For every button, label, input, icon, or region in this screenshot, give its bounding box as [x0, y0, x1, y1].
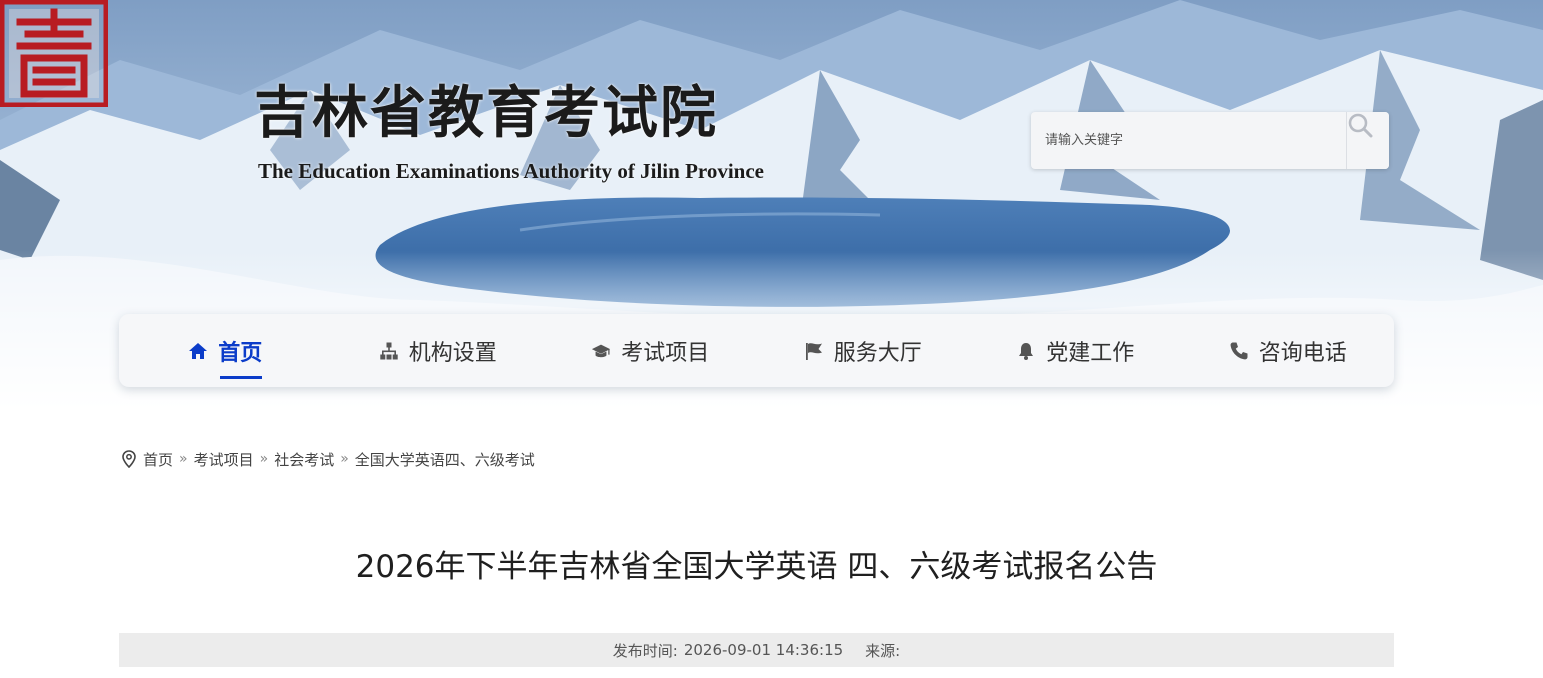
nav-label: 党建工作 [1046, 340, 1135, 366]
nav-label: 考试项目 [621, 340, 710, 366]
breadcrumb-separator: » [259, 451, 269, 467]
article-meta-bar: 发布时间: 2026-09-01 14:36:15 来源: [119, 633, 1394, 667]
search-button[interactable] [1346, 112, 1389, 169]
site-subtitle: The Education Examinations Authority of … [258, 159, 764, 183]
source-label: 来源: [865, 641, 901, 660]
breadcrumb-separator: » [340, 451, 349, 467]
graduation-cap-icon [591, 341, 611, 361]
nav-item-organization[interactable]: 机构设置 [332, 314, 545, 387]
location-pin-icon [121, 450, 137, 468]
nav-item-party-building[interactable]: 党建工作 [969, 314, 1182, 387]
nav-label: 咨询电话 [1258, 340, 1347, 366]
nav-label: 服务大厅 [833, 340, 922, 366]
flag-icon [804, 341, 824, 361]
breadcrumb-separator: » [179, 451, 188, 467]
site-title: 吉林省教育考试院 [254, 80, 718, 146]
nav-label: 机构设置 [408, 340, 497, 366]
nav-item-service-hall[interactable]: 服务大厅 [757, 314, 970, 387]
home-icon [188, 341, 208, 361]
breadcrumb-link-cet[interactable]: 全国大学英语四、六级考试 [355, 449, 535, 470]
nav-item-exams[interactable]: 考试项目 [544, 314, 757, 387]
article-title: 2026年下半年吉林省全国大学英语 四、六级考试报名公告 [355, 549, 1158, 585]
phone-icon [1229, 341, 1249, 361]
search-box [1031, 112, 1389, 169]
nav-item-home[interactable]: 首页 [119, 314, 332, 387]
breadcrumb: 首页 » 考试项目 » 社会考试 » 全国大学英语四、六级考试 [121, 448, 535, 470]
search-input[interactable] [1031, 112, 1346, 169]
nav-label: 首页 [218, 340, 263, 366]
breadcrumb-link-home[interactable]: 首页 [143, 449, 173, 470]
logo-seal-icon [0, 0, 108, 107]
publish-time-value: 2026-09-01 14:36:15 [683, 641, 844, 659]
breadcrumb-link-social-exams[interactable]: 社会考试 [274, 449, 334, 470]
main-nav: 首页 机构设置 考试项目 服务大厅 党建工作 咨询电话 [119, 314, 1394, 387]
publish-time-label: 发布时间: [612, 641, 678, 660]
search-icon [1348, 113, 1373, 138]
sitemap-icon [379, 341, 399, 361]
page: 吉林省教育考试院 The Education Examinations Auth… [0, 0, 1543, 678]
breadcrumb-link-exams[interactable]: 考试项目 [194, 449, 254, 470]
bell-icon [1016, 341, 1036, 361]
nav-item-hotline[interactable]: 咨询电话 [1182, 314, 1395, 387]
